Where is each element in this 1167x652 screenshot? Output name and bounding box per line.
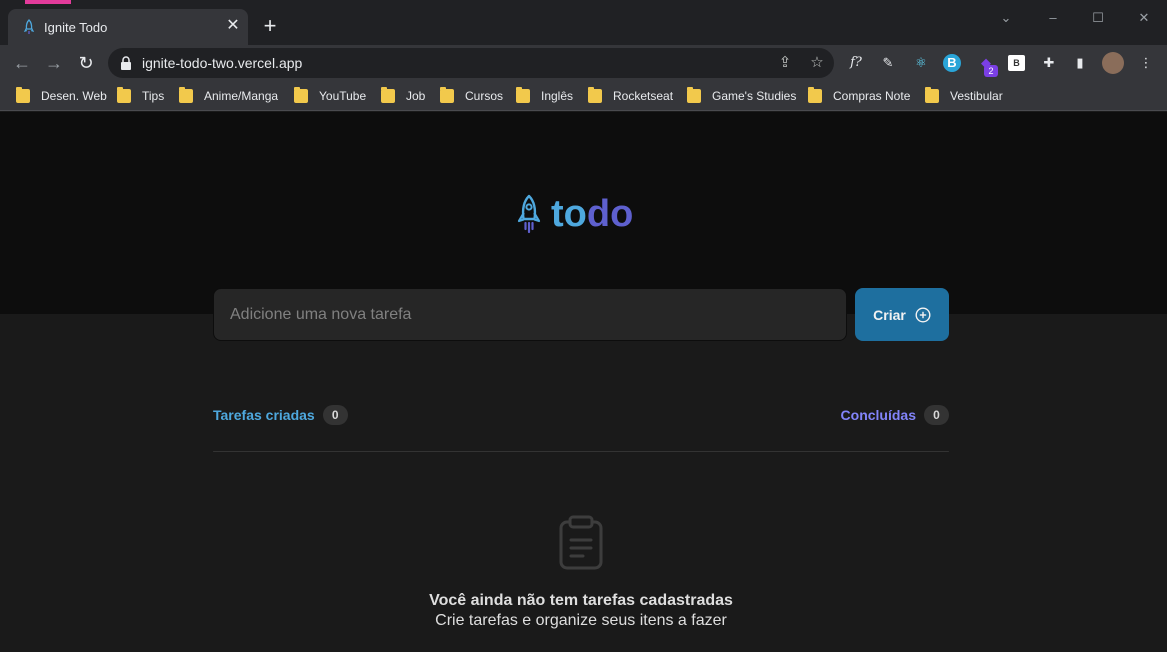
share-icon[interactable]: ⇪ <box>776 54 794 72</box>
task-counters: Tarefas criadas 0 Concluídas 0 <box>213 404 949 426</box>
bookmark-anime-manga[interactable]: Anime/Manga <box>179 87 278 105</box>
list-divider <box>213 451 949 452</box>
window-accent <box>25 0 71 4</box>
new-tab-button[interactable]: + <box>258 15 282 39</box>
bookmark-star-icon[interactable]: ☆ <box>808 54 826 72</box>
extensions-puzzle-icon[interactable]: ✚ <box>1039 53 1059 73</box>
tab-search-icon[interactable]: ⌄ <box>996 8 1016 28</box>
bookmark-label: Game's Studies <box>712 89 797 103</box>
folder-icon <box>117 87 131 103</box>
bookmark-label: Anime/Manga <box>204 89 279 103</box>
folder-icon <box>925 87 939 103</box>
address-bar[interactable]: ignite-todo-two.vercel.app ⇪ ☆ <box>108 48 834 78</box>
todo-app: todo Criar Tarefas criadas 0 Concluídas … <box>0 112 1167 652</box>
bookmark-label: Rocketseat <box>613 89 674 103</box>
close-window-icon[interactable]: ✕ <box>1134 8 1154 28</box>
folder-icon <box>516 87 530 103</box>
browser-tab[interactable]: Ignite Todo ✕ <box>8 9 248 45</box>
bookmarks-bar: Desen. Web Tips Anime/Manga YouTube Job … <box>0 81 1167 111</box>
created-count-badge: 0 <box>322 405 348 425</box>
reload-icon[interactable]: ↻ <box>74 51 98 75</box>
done-count-badge: 0 <box>924 405 949 425</box>
bookmark-label: Job <box>406 89 426 103</box>
minimize-icon[interactable]: – <box>1043 8 1063 28</box>
bookmark-job[interactable]: Job <box>381 87 425 105</box>
folder-icon <box>16 87 30 103</box>
new-task-input[interactable] <box>213 288 847 341</box>
folder-icon <box>588 87 602 103</box>
created-counter: Tarefas criadas 0 <box>213 404 348 426</box>
bookmark-ingles[interactable]: Inglês <box>516 87 573 105</box>
rocket-favicon-icon <box>23 19 35 34</box>
bookmark-compras-note[interactable]: Compras Note <box>808 87 910 105</box>
empty-state-title: Você ainda não tem tarefas cadastradas <box>429 592 733 609</box>
plus-circle-icon <box>915 306 931 323</box>
b-extension-icon[interactable]: B <box>943 54 961 72</box>
side-panel-icon[interactable]: ▮ <box>1070 53 1090 73</box>
bookmark-label: Inglês <box>541 89 574 103</box>
react-devtools-icon[interactable]: ⚛ <box>911 53 931 73</box>
browser-titlebar: Ignite Todo ✕ + ⌄ – ☐ ✕ <box>0 0 1167 45</box>
bookmark-vestibular[interactable]: Vestibular <box>925 87 1003 105</box>
bookmark-games-studies[interactable]: Game's Studies <box>687 87 796 105</box>
formula-extension-icon[interactable]: f? <box>846 53 866 73</box>
extension-badge: 2 <box>984 65 998 77</box>
folder-icon <box>687 87 701 103</box>
folder-icon <box>808 87 822 103</box>
bookmark-desen-web[interactable]: Desen. Web <box>16 87 107 105</box>
bookmark-label: Vestibular <box>950 89 1003 103</box>
bookmark-label: Cursos <box>465 89 504 103</box>
empty-state: Você ainda não tem tarefas cadastradas C… <box>213 514 949 630</box>
folder-icon <box>440 87 454 103</box>
url-text: ignite-todo-two.vercel.app <box>142 55 303 71</box>
create-task-button[interactable]: Criar <box>855 288 949 341</box>
clipboard-icon <box>559 515 603 570</box>
bookmark-label: Compras Note <box>833 89 911 103</box>
bookmark-rocketseat[interactable]: Rocketseat <box>588 87 673 105</box>
forward-icon[interactable]: → <box>42 51 66 75</box>
bookmark-label: Desen. Web <box>41 89 107 103</box>
bookmark-youtube[interactable]: YouTube <box>294 87 366 105</box>
bookmark-label: Tips <box>142 89 165 103</box>
bookmark-tips[interactable]: Tips <box>117 87 164 105</box>
folder-icon <box>294 87 308 103</box>
bookmark-cursos[interactable]: Cursos <box>440 87 503 105</box>
created-label: Tarefas criadas <box>213 407 315 423</box>
browser-toolbar: ← → ↻ ignite-todo-two.vercel.app ⇪ ☆ f? … <box>0 45 1167 81</box>
pen-extension-icon[interactable]: ✎ <box>878 53 898 73</box>
back-icon[interactable]: ← <box>10 51 34 75</box>
rocket-logo-icon <box>517 194 541 234</box>
todo-logo: todo <box>515 192 633 236</box>
create-button-label: Criar <box>873 306 906 323</box>
bookmark-label: YouTube <box>319 89 367 103</box>
close-tab-icon[interactable]: ✕ <box>224 17 242 35</box>
empty-state-subtitle: Crie tarefas e organize seus itens a faz… <box>435 612 727 629</box>
folder-icon <box>381 87 395 103</box>
folder-icon <box>179 87 193 103</box>
logo-text-do: do <box>586 192 634 235</box>
done-counter: Concluídas 0 <box>841 404 949 426</box>
lock-icon <box>121 56 131 70</box>
tab-title: Ignite Todo <box>44 20 108 35</box>
bootstrap-extension-icon[interactable]: B <box>1008 55 1025 71</box>
profile-avatar[interactable] <box>1102 52 1124 74</box>
maximize-icon[interactable]: ☐ <box>1088 8 1108 28</box>
menu-kebab-icon[interactable]: ⋮ <box>1136 53 1156 73</box>
logo-text-to: to <box>551 192 587 235</box>
done-label: Concluídas <box>840 407 916 423</box>
logo-text: todo <box>551 193 633 236</box>
